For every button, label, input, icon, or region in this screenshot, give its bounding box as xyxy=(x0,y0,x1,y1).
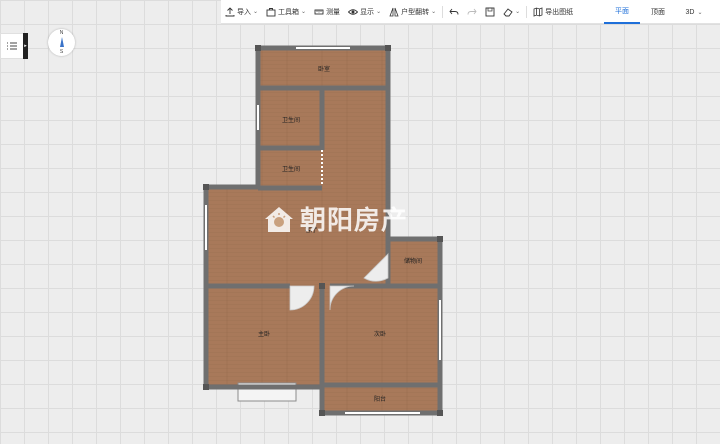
import-button[interactable]: 导入 ⌄ xyxy=(221,0,262,24)
display-button[interactable]: 显示 ⌄ xyxy=(344,0,385,24)
toolbar-divider xyxy=(526,5,528,18)
house-logo-icon xyxy=(265,206,293,232)
chevron-right-icon: ▸ xyxy=(24,43,27,49)
import-label: 导入 xyxy=(237,8,251,16)
flip-icon xyxy=(389,7,399,16)
room-label-second: 次卧 xyxy=(374,330,386,338)
upload-icon xyxy=(225,6,235,16)
room-label-master: 主卧 xyxy=(258,330,270,338)
room-label-top: 卧室 xyxy=(318,65,330,73)
chevron-down-icon: ⌄ xyxy=(253,9,259,15)
view-switcher: 平面 顶面 3D ⌄ xyxy=(604,0,712,24)
tab-3d-label: 3D xyxy=(685,8,695,16)
export-label: 导出图纸 xyxy=(545,8,574,16)
display-label: 显示 xyxy=(360,8,375,16)
flip-label: 户型翻转 xyxy=(401,8,430,16)
chevron-down-icon: ⌄ xyxy=(515,9,521,15)
chevron-down-icon: ⌄ xyxy=(697,9,703,16)
room-label-balcony: 阳台 xyxy=(374,395,386,403)
undo-icon xyxy=(449,8,459,15)
ruler-icon xyxy=(314,9,324,14)
map-icon xyxy=(533,6,543,17)
compass-north-label: N xyxy=(59,30,64,36)
tab-top[interactable]: 顶面 xyxy=(640,0,676,24)
room-label-bath-1: 卫生间 xyxy=(282,116,300,124)
layer-list-button[interactable] xyxy=(0,33,24,59)
watermark-text: 朝阳房产 xyxy=(300,206,409,236)
chevron-down-icon: ⌄ xyxy=(301,9,307,15)
redo-icon xyxy=(467,8,477,15)
list-icon xyxy=(7,42,17,50)
eye-icon xyxy=(348,8,359,15)
undo-button[interactable] xyxy=(445,0,463,24)
room-label-bath-2: 卫生间 xyxy=(282,165,300,173)
tools-label: 工具箱 xyxy=(278,8,300,16)
save-icon xyxy=(485,7,495,16)
eraser-icon xyxy=(503,7,513,16)
room-floor-corridor xyxy=(322,88,388,190)
compass[interactable]: N S xyxy=(48,29,75,56)
tools-button[interactable]: 工具箱 ⌄ xyxy=(262,0,310,24)
toolbox-icon xyxy=(266,7,276,16)
measure-button[interactable]: 测量 xyxy=(310,0,344,24)
compass-needle-icon xyxy=(60,37,64,47)
tab-plan[interactable]: 平面 xyxy=(604,0,640,24)
flip-button[interactable]: 户型翻转 ⌄ xyxy=(385,0,440,24)
export-button[interactable]: 导出图纸 xyxy=(529,0,577,24)
watermark: 朝阳房产 xyxy=(262,200,408,237)
measure-label: 测量 xyxy=(326,8,341,16)
compass-south-label: S xyxy=(59,49,64,55)
redo-button[interactable] xyxy=(463,0,481,24)
toolbar-divider xyxy=(442,5,444,18)
chevron-down-icon: ⌄ xyxy=(376,9,382,15)
room-label-storage: 储物间 xyxy=(404,257,422,265)
chevron-down-icon: ⌄ xyxy=(431,9,437,15)
eraser-button[interactable]: ⌄ xyxy=(499,0,524,24)
tab-3d[interactable]: 3D ⌄ xyxy=(676,0,712,24)
panel-collapse-toggle[interactable]: ▸ xyxy=(23,33,28,59)
save-button[interactable] xyxy=(481,0,499,24)
top-toolbar: 导入 ⌄ 工具箱 ⌄ 测量 显示 ⌄ 户型翻转 ⌄ ⌄ 导出图纸 平面 顶面 3… xyxy=(221,0,720,24)
